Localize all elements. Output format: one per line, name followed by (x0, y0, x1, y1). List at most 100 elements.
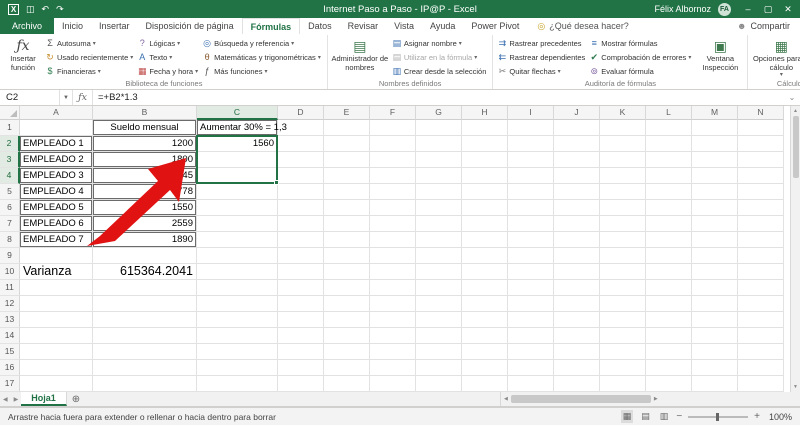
cell-J3[interactable] (554, 152, 600, 168)
cell-L9[interactable] (646, 248, 692, 264)
cell-N12[interactable] (738, 296, 784, 312)
cell-N4[interactable] (738, 168, 784, 184)
zoom-level[interactable]: 100% (766, 412, 792, 422)
cell-K13[interactable] (600, 312, 646, 328)
cell-N17[interactable] (738, 376, 784, 392)
cell-B2[interactable]: 1200 (93, 136, 197, 152)
cell-G14[interactable] (416, 328, 462, 344)
col-header-h[interactable]: H (462, 106, 508, 120)
save-icon[interactable]: ◫ (26, 4, 35, 15)
col-header-c[interactable]: C (197, 106, 278, 120)
cell-E5[interactable] (324, 184, 370, 200)
cell-M14[interactable] (692, 328, 738, 344)
cell-F13[interactable] (370, 312, 416, 328)
horizontal-scroll-thumb[interactable] (510, 395, 651, 403)
page-layout-view-icon[interactable]: ▤ (639, 410, 652, 423)
cell-F8[interactable] (370, 232, 416, 248)
fx-icon[interactable]: ƒx (73, 90, 93, 105)
cell-J4[interactable] (554, 168, 600, 184)
matematicas-y-trigonometricas-button[interactable]: θ Matemáticas y trigonométricas ▾ (201, 50, 322, 64)
cell-C14[interactable] (197, 328, 278, 344)
cell-E4[interactable] (324, 168, 370, 184)
tab-power-pivot[interactable]: Power Pivot (463, 18, 527, 34)
cell-E16[interactable] (324, 360, 370, 376)
evaluar-formula-button[interactable]: ⊚ Evaluar fórmula (588, 64, 692, 78)
cell-L13[interactable] (646, 312, 692, 328)
scroll-up-icon[interactable]: ▲ (793, 106, 798, 116)
row-header-2[interactable]: 2 (0, 136, 20, 152)
cell-E3[interactable] (324, 152, 370, 168)
cell-N11[interactable] (738, 280, 784, 296)
name-box[interactable]: C2 (0, 90, 60, 105)
cell-E17[interactable] (324, 376, 370, 392)
cell-C10[interactable] (197, 264, 278, 280)
cell-M1[interactable] (692, 120, 738, 136)
cell-D14[interactable] (278, 328, 324, 344)
crear-desde-la-seleccion-button[interactable]: ▥ Crear desde la selección (391, 64, 488, 78)
cell-J17[interactable] (554, 376, 600, 392)
vertical-scroll-thumb[interactable] (792, 116, 799, 178)
cell-F6[interactable] (370, 200, 416, 216)
cell-I15[interactable] (508, 344, 554, 360)
tab-formulas[interactable]: Fórmulas (241, 18, 301, 34)
col-header-b[interactable]: B (93, 106, 197, 120)
rastrear-precedentes-button[interactable]: ⇉ Rastrear precedentes (496, 36, 586, 50)
cell-J14[interactable] (554, 328, 600, 344)
cell-A6[interactable]: EMPLEADO 5 (20, 200, 93, 216)
col-header-f[interactable]: F (370, 106, 416, 120)
cell-D1[interactable] (278, 120, 324, 136)
cell-B17[interactable] (93, 376, 197, 392)
cell-B15[interactable] (93, 344, 197, 360)
normal-view-icon[interactable]: ▦ (620, 410, 634, 423)
cell-L14[interactable] (646, 328, 692, 344)
cell-G10[interactable] (416, 264, 462, 280)
cell-J5[interactable] (554, 184, 600, 200)
cell-K12[interactable] (600, 296, 646, 312)
undo-icon[interactable]: ↶ (42, 4, 50, 15)
cell-K5[interactable] (600, 184, 646, 200)
cell-E6[interactable] (324, 200, 370, 216)
cell-C11[interactable] (197, 280, 278, 296)
cell-D8[interactable] (278, 232, 324, 248)
cell-F10[interactable] (370, 264, 416, 280)
cell-F16[interactable] (370, 360, 416, 376)
tell-me-search[interactable]: ◎ ¿Qué desea hacer? (527, 18, 638, 34)
cell-G12[interactable] (416, 296, 462, 312)
cell-G9[interactable] (416, 248, 462, 264)
cell-A13[interactable] (20, 312, 93, 328)
col-header-a[interactable]: A (20, 106, 93, 120)
user-avatar[interactable]: FA (718, 2, 731, 16)
cell-C8[interactable] (197, 232, 278, 248)
vertical-scrollbar[interactable]: ▲ ▼ (790, 106, 800, 392)
cell-C6[interactable] (197, 200, 278, 216)
cell-L4[interactable] (646, 168, 692, 184)
fill-handle[interactable] (274, 180, 279, 185)
cell-E7[interactable] (324, 216, 370, 232)
formula-input[interactable]: =+B2*1.3 (93, 90, 784, 105)
cell-C3[interactable] (197, 152, 278, 168)
cell-C1[interactable]: Aumentar 30% = 1,3 (197, 120, 287, 136)
cell-D6[interactable] (278, 200, 324, 216)
cell-F14[interactable] (370, 328, 416, 344)
cell-B7[interactable]: 2559 (93, 216, 197, 232)
close-button[interactable]: ✕ (778, 4, 798, 15)
cell-D4[interactable] (278, 168, 324, 184)
cell-G4[interactable] (416, 168, 462, 184)
rastrear-dependientes-button[interactable]: ⇇ Rastrear dependientes (496, 50, 586, 64)
cell-H14[interactable] (462, 328, 508, 344)
cell-N8[interactable] (738, 232, 784, 248)
cell-C4[interactable] (197, 168, 278, 184)
col-header-d[interactable]: D (278, 106, 324, 120)
cell-L12[interactable] (646, 296, 692, 312)
cell-K8[interactable] (600, 232, 646, 248)
row-header-15[interactable]: 15 (0, 344, 20, 360)
fecha-y-hora-button[interactable]: ▦ Fecha y hora ▾ (136, 64, 199, 78)
row-header-10[interactable]: 10 (0, 264, 20, 280)
cell-A2[interactable]: EMPLEADO 1 (20, 136, 93, 152)
redo-icon[interactable]: ↷ (56, 4, 64, 15)
cell-I9[interactable] (508, 248, 554, 264)
cell-B3[interactable]: 1800 (93, 152, 197, 168)
cell-B5[interactable]: 3778 (93, 184, 197, 200)
cell-E8[interactable] (324, 232, 370, 248)
cell-D5[interactable] (278, 184, 324, 200)
